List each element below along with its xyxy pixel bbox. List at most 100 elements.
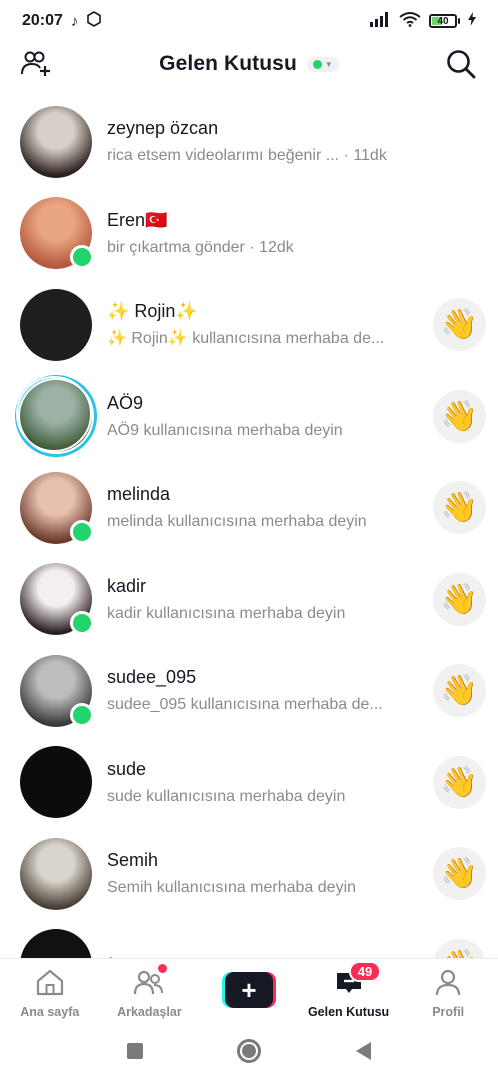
avatar-container[interactable] [20, 746, 92, 819]
avatar-container[interactable] [20, 929, 92, 958]
conversation-name: zeynep özcan [107, 118, 219, 139]
avatar-container[interactable] [20, 197, 94, 270]
conversation-name: sudee_095 [107, 667, 197, 688]
wave-hand-button[interactable]: 👋 [433, 847, 486, 901]
friends-icon [133, 968, 165, 1001]
avatar-container[interactable] [20, 563, 94, 636]
wifi-icon [399, 11, 421, 32]
online-indicator [70, 245, 94, 270]
online-indicator [70, 519, 94, 544]
plus-icon: + [224, 972, 273, 1008]
wave-hand-button[interactable]: 👋 [433, 298, 486, 352]
add-friends-icon[interactable] [20, 50, 52, 78]
conversation-name: kadir [107, 575, 147, 596]
conversation-list[interactable]: zeynep özcan rica etsem videolarımı beğen… [0, 96, 498, 958]
wave-hand-button[interactable]: 👋 [433, 664, 486, 718]
conversation-preview: ✨ Rojin✨ kullanıcısına merhaba de... [107, 330, 385, 348]
conversation-preview: kadir kullanıcısına merhaba deyin [107, 604, 346, 622]
conversation-row[interactable]: zeynep özcan rica etsem videolarımı beğen… [0, 96, 498, 188]
online-indicator [70, 611, 94, 636]
conversation-row[interactable]: melinda melinda kullanıcısına merhaba dey… [0, 462, 498, 554]
wave-hand-icon: 👋 [440, 399, 479, 433]
conversation-name: ✨ Rojin✨ [107, 301, 198, 322]
wave-hand-icon: 👋 [440, 674, 479, 708]
conversation-preview: AÖ9 kullanıcısına merhaba deyin [107, 421, 343, 439]
conversation-row[interactable]: Semih Semih kullanıcısına merhaba deyin 👋 [0, 828, 498, 920]
tab-inbox-label: Gelen Kutusu [307, 1005, 390, 1019]
avatar [20, 746, 92, 819]
online-status-dot [312, 59, 322, 69]
conversation-row[interactable]: feyzoss👋 [0, 920, 498, 958]
wave-hand-button[interactable]: 👋 [433, 481, 486, 535]
create-button[interactable]: + [221, 972, 276, 1008]
conversation-preview: sudee_095 kullanıcısına merhaba de... [107, 696, 383, 714]
avatar-container[interactable] [20, 837, 92, 910]
recent-apps-button[interactable] [127, 1042, 144, 1059]
avatar-container[interactable] [20, 105, 92, 178]
online-indicator [70, 702, 94, 727]
page-title: Gelen Kutusu [159, 52, 297, 75]
wave-hand-icon: 👋 [440, 857, 479, 891]
signal-icon [369, 11, 391, 32]
conversation-name: sude [107, 758, 147, 779]
search-icon[interactable] [446, 49, 476, 79]
avatar-container[interactable] [20, 654, 94, 727]
chevron-down-icon: ▼ [324, 59, 333, 69]
inbox-header: Gelen Kutusu ▼ [0, 42, 498, 86]
conversation-row[interactable]: Eren🇹🇷 bir çıkartma gönder · 12dk [0, 188, 498, 280]
conversation-name: AÖ9 [107, 392, 144, 413]
avatar-container[interactable] [20, 471, 94, 544]
tab-friends-label: Arkadaşlar [117, 1005, 182, 1019]
friends-notification-dot [157, 964, 167, 973]
wave-hand-icon: 👋 [440, 582, 479, 616]
conversation-name: melinda [107, 484, 171, 505]
wave-hand-icon: 👋 [441, 948, 478, 958]
tab-profile-label: Profil [432, 1005, 465, 1019]
conversation-row[interactable]: kadir kadir kullanıcısına merhaba deyin 👋 [0, 554, 498, 646]
bottom-tab-bar: Ana sayfa Arkadaşlar + 49 Gelen Kutusu P… [0, 958, 498, 1021]
home-button[interactable] [237, 1038, 262, 1063]
conversation-preview: melinda kullanıcısına merhaba deyin [107, 513, 367, 531]
wave-hand-button[interactable]: 👋 [433, 938, 486, 958]
battery-level: 40 [437, 15, 449, 27]
tab-friends[interactable]: Arkadaşlar [100, 959, 200, 1021]
tab-home-label: Ana sayfa [20, 1005, 80, 1019]
tab-profile[interactable]: Profil [398, 959, 498, 1021]
wave-hand-icon: 👋 [440, 308, 479, 342]
tab-home[interactable]: Ana sayfa [0, 959, 100, 1021]
wave-hand-icon: 👋 [440, 765, 479, 799]
avatar-container[interactable] [15, 375, 97, 458]
conversation-name: Semih [107, 850, 159, 871]
inbox-badge: 49 [348, 961, 382, 982]
avatar-container[interactable] [20, 288, 92, 361]
wave-hand-button[interactable]: 👋 [433, 755, 486, 809]
status-bar: 20:07 ♪ 40 [0, 0, 498, 42]
charging-icon [468, 11, 476, 31]
status-time: 20:07 [22, 12, 63, 29]
online-status-toggle[interactable]: ▼ [306, 56, 339, 72]
profile-icon [434, 968, 462, 1001]
conversation-preview: sude kullanıcısına merhaba deyin [107, 787, 346, 805]
conversation-name: Eren🇹🇷 [107, 209, 168, 230]
back-button[interactable] [355, 1041, 371, 1060]
avatar [20, 837, 92, 910]
conversation-preview: Semih kullanıcısına merhaba deyin [107, 879, 357, 897]
avatar [20, 929, 92, 958]
avatar [20, 288, 92, 361]
conversation-row[interactable]: ✨ Rojin✨ ✨ Rojin✨ kullanıcısına merhaba d… [0, 279, 498, 371]
wave-hand-button[interactable]: 👋 [433, 389, 486, 443]
home-icon [35, 968, 65, 1001]
conversation-row[interactable]: sude sude kullanıcısına merhaba deyin 👋 [0, 737, 498, 829]
conversation-preview: rica etsem videolarımı beğenir ... · 11d… [107, 147, 387, 165]
tiktok-notification-icon: ♪ [70, 12, 79, 30]
conversation-row[interactable]: sudee_095 sudee_095 kullanıcısına merhaba… [0, 645, 498, 737]
tab-create[interactable]: + [199, 959, 299, 1021]
tab-inbox[interactable]: 49 Gelen Kutusu [299, 959, 399, 1021]
battery-icon: 40 [429, 14, 460, 28]
app-notification-icon [86, 10, 102, 32]
wave-hand-button[interactable]: 👋 [433, 572, 486, 626]
story-ring [15, 375, 97, 458]
avatar [20, 105, 92, 178]
system-navigation-bar [0, 1021, 498, 1080]
conversation-row[interactable]: AÖ9 AÖ9 kullanıcısına merhaba deyin 👋 [0, 371, 498, 463]
